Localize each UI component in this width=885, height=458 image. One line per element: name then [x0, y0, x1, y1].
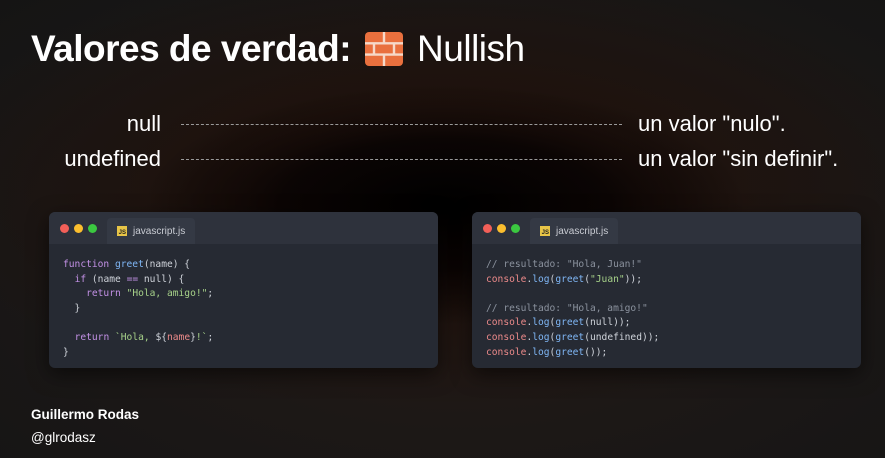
code-token: ));	[624, 273, 642, 285]
code-line: console.log(greet(null));	[486, 316, 847, 331]
code-token: `Hola,	[115, 331, 156, 343]
code-token: greet	[555, 317, 585, 329]
code-token: "Hola, amigo!"	[126, 288, 208, 300]
code-token: !`	[195, 331, 208, 343]
window-titlebar: JS javascript.js	[472, 212, 861, 244]
title-bold-text: Valores de verdad:	[31, 28, 352, 69]
code-token: greet	[114, 259, 144, 270]
code-token: // resultado: "Hola, amigo!"	[486, 302, 648, 314]
code-line: console.log(greet(undefined));	[486, 331, 847, 346]
code-line: console.log(greet("Juan"));	[486, 273, 847, 288]
term-undefined: undefined	[64, 146, 161, 171]
code-token: name	[167, 331, 191, 343]
code-token: log	[532, 346, 550, 358]
code-token: log	[532, 317, 550, 329]
code-line: return `Hola, ${name}!`;	[63, 331, 424, 346]
code-block: // resultado: "Hola, Juan!" console.log(g…	[472, 244, 861, 368]
author-name: Guillermo Rodas	[31, 407, 140, 422]
code-line: // resultado: "Hola, amigo!"	[486, 302, 847, 317]
code-line: // resultado: "Hola, Juan!"	[486, 258, 847, 273]
code-token: return	[74, 331, 110, 343]
code-token: (name	[86, 273, 127, 285]
file-tab-label: javascript.js	[133, 225, 186, 237]
slide-title: Valores de verdad: Nullish	[31, 26, 525, 72]
title-light-text: Nullish	[417, 28, 525, 69]
description-undefined: un valor "sin definir".	[638, 146, 839, 171]
term-null: null	[126, 111, 161, 136]
js-file-icon: JS	[540, 226, 550, 236]
code-line: }	[63, 346, 424, 361]
code-token: log	[532, 331, 550, 343]
code-token: if	[74, 273, 87, 285]
code-token: console	[486, 317, 527, 329]
code-line: console.log(greet());	[486, 346, 847, 361]
code-token: ${	[155, 331, 167, 343]
minimize-dot-icon[interactable]	[74, 224, 83, 233]
maximize-dot-icon[interactable]	[88, 224, 97, 233]
code-window-function: JS javascript.js function greet(name) { …	[49, 212, 438, 368]
code-token: }	[63, 346, 69, 358]
code-token: (name) {	[143, 259, 191, 270]
file-tab-label: javascript.js	[556, 225, 609, 237]
code-line: if (name == null) {	[63, 273, 424, 288]
code-token: function	[63, 259, 115, 270]
code-token: null) {	[138, 273, 185, 285]
code-token: console	[486, 273, 527, 285]
code-token: ;	[207, 288, 214, 300]
code-token: }	[63, 302, 81, 314]
code-token: console	[486, 331, 527, 343]
code-token: greet	[555, 273, 585, 285]
brick-icon	[365, 32, 404, 66]
code-token: log	[532, 273, 550, 285]
dashed-connector	[181, 124, 622, 125]
code-line: return "Hola, amigo!";	[63, 287, 424, 302]
js-file-icon: JS	[117, 226, 127, 236]
dashed-connector	[181, 159, 622, 160]
file-tab[interactable]: JS javascript.js	[530, 218, 619, 244]
file-tab[interactable]: JS javascript.js	[107, 218, 196, 244]
code-block: function greet(name) { if (name == null)…	[49, 244, 438, 368]
code-token: return	[86, 288, 121, 300]
description-null: un valor "nulo".	[638, 111, 786, 136]
code-token: ());	[584, 346, 608, 358]
code-token: greet	[555, 331, 585, 343]
close-dot-icon[interactable]	[60, 224, 69, 233]
code-token: ;	[207, 331, 214, 343]
maximize-dot-icon[interactable]	[511, 224, 520, 233]
code-token: "Juan"	[590, 273, 625, 285]
close-dot-icon[interactable]	[483, 224, 492, 233]
code-line: }	[63, 302, 424, 317]
code-token: greet	[555, 346, 585, 358]
code-token: ==	[126, 273, 139, 285]
code-token: (null));	[584, 317, 631, 329]
code-line: function greet(name) {	[63, 258, 424, 273]
code-token: (undefined));	[584, 331, 660, 343]
window-titlebar: JS javascript.js	[49, 212, 438, 244]
minimize-dot-icon[interactable]	[497, 224, 506, 233]
code-token: console	[486, 346, 527, 358]
code-token: // resultado: "Hola, Juan!"	[486, 259, 642, 270]
author-handle: @glrodasz	[31, 430, 96, 445]
code-window-usage: JS javascript.js // resultado: "Hola, Ju…	[472, 212, 861, 368]
